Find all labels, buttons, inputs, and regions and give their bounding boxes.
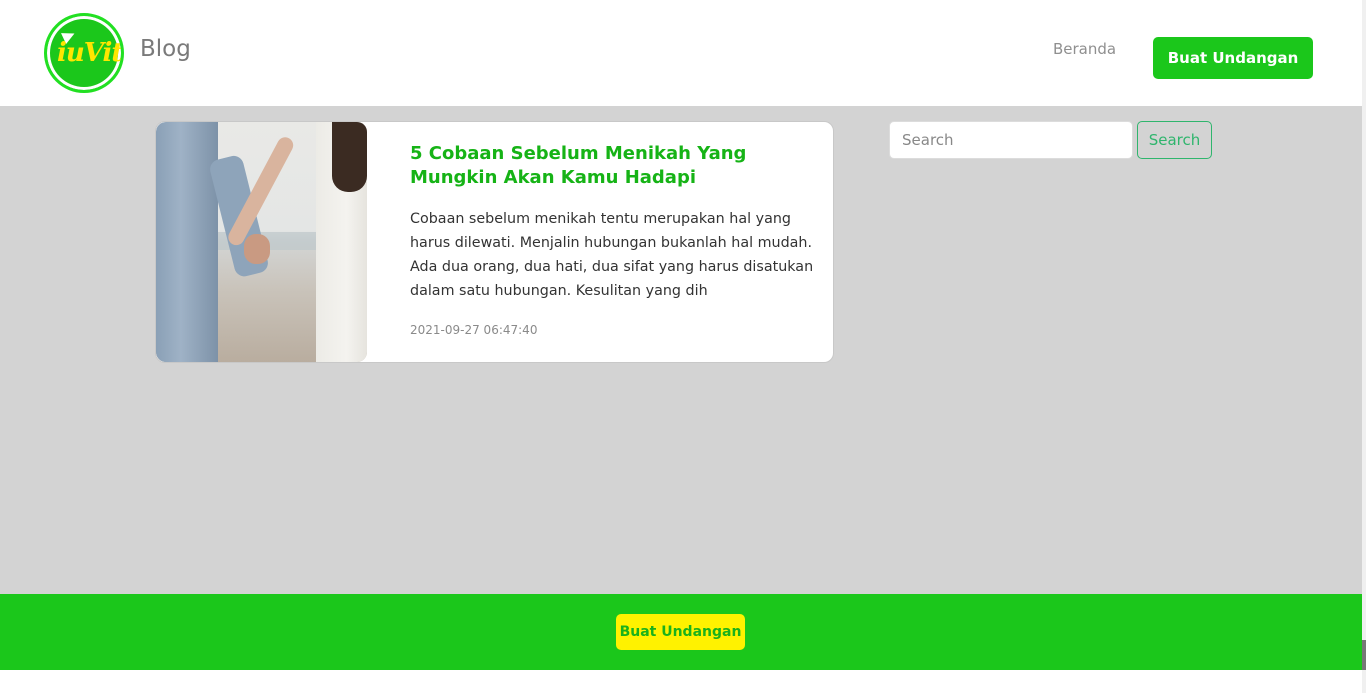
scrollbar-track[interactable] [1362, 0, 1366, 693]
bride-hair [332, 122, 367, 192]
footer-create-invitation-button[interactable]: Buat Undangan [616, 614, 745, 650]
navbar: iuVit Blog Beranda Buat Undangan [0, 0, 1362, 106]
search-input[interactable] [889, 121, 1133, 159]
logo-text: iuVit [57, 38, 123, 68]
post-thumbnail[interactable] [156, 122, 367, 362]
search-button[interactable]: Search [1137, 121, 1212, 159]
groom-figure [156, 122, 218, 362]
scrollbar-thumb[interactable] [1362, 640, 1366, 670]
post-excerpt: Cobaan sebelum menikah tentu merupakan h… [410, 211, 814, 299]
main-content: 5 Cobaan Sebelum Menikah Yang Mungkin Ak… [0, 106, 1362, 594]
blog-post-card[interactable]: 5 Cobaan Sebelum Menikah Yang Mungkin Ak… [155, 121, 834, 363]
holding-hands [244, 234, 270, 264]
page-title[interactable]: Blog [140, 36, 191, 62]
footer: Buat Undangan [0, 594, 1362, 670]
post-title[interactable]: 5 Cobaan Sebelum Menikah Yang Mungkin Ak… [410, 142, 820, 190]
post-date: 2021-09-27 06:47:40 [410, 323, 538, 337]
create-invitation-button[interactable]: Buat Undangan [1153, 37, 1313, 79]
nav-link-beranda[interactable]: Beranda [1053, 40, 1116, 58]
logo[interactable]: iuVit [44, 13, 124, 93]
